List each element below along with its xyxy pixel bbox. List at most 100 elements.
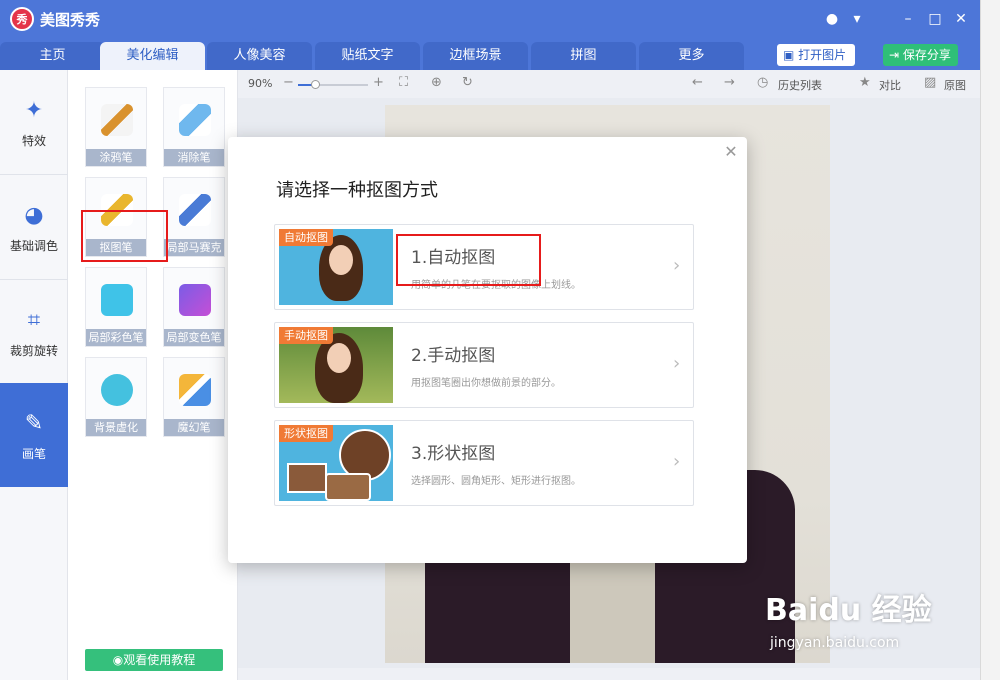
fit-screen-icon[interactable]: ⛶ — [399, 75, 408, 90]
mosaic-pen-icon — [179, 194, 211, 226]
tab-home[interactable]: 主页 — [0, 42, 105, 70]
thumbnail-face — [329, 245, 353, 275]
thumbnail-face — [327, 343, 351, 373]
baidu-watermark: Baidu 经验 — [765, 593, 932, 628]
tool-label: 魔幻笔 — [164, 419, 224, 436]
tab-collage[interactable]: 拼图 — [531, 42, 636, 70]
redo-icon[interactable]: → — [724, 75, 735, 90]
crop-icon: ⌗ — [27, 308, 41, 333]
sidebar-item-label: 基础调色 — [9, 239, 58, 253]
compare-button[interactable]: 对比 — [879, 77, 901, 93]
minimize-icon[interactable]: – — [898, 9, 918, 29]
sidebar-item-effects[interactable]: ✦ 特效 — [0, 70, 68, 174]
sidebar-item-basic-color[interactable]: ◕ 基础调色 — [0, 175, 68, 279]
original-image-icon: ▨ — [924, 75, 937, 90]
image-icon: ▣ — [783, 48, 799, 62]
tool-label: 消除笔 — [164, 149, 224, 166]
watermark-url: jingyan.baidu.com — [770, 635, 900, 651]
option-description: 选择圆形、圆角矩形、矩形进行抠图。 — [411, 476, 581, 487]
tool-magic-pen[interactable]: 魔幻笔 — [163, 357, 225, 437]
compare-icon: ★ — [859, 75, 871, 90]
tab-more[interactable]: 更多 — [639, 42, 744, 70]
paintbrush-icon — [101, 104, 133, 136]
magic-pen-icon — [179, 374, 211, 406]
undo-icon[interactable]: ← — [692, 75, 703, 90]
save-share-label: 保存分享 — [902, 48, 951, 62]
status-bar — [238, 668, 980, 680]
app-logo-icon: 秀 — [10, 7, 34, 31]
left-sidebar: ✦ 特效 ◕ 基础调色 ⌗ 裁剪旋转 ✎ 画笔 — [0, 70, 68, 680]
option-description: 用抠图笔圈出你想做前景的部分。 — [411, 378, 561, 389]
zoom-out-icon[interactable]: − — [283, 75, 294, 90]
actual-size-icon[interactable]: ⊕ — [431, 75, 442, 90]
open-image-button[interactable]: ▣ 打开图片 — [777, 44, 855, 66]
dialog-close-icon[interactable]: ✕ — [722, 143, 740, 161]
thumbnail-rect-crop — [287, 463, 327, 493]
sidebar-item-brush[interactable]: ✎ 画笔 — [0, 383, 68, 487]
eye-icon: ◉ — [112, 653, 124, 667]
zoom-slider-handle[interactable] — [310, 80, 320, 89]
watch-tutorial-button[interactable]: ◉观看使用教程 — [85, 649, 223, 671]
rotate-icon[interactable]: ↻ — [462, 75, 473, 90]
color-brush-icon — [101, 284, 133, 316]
chevron-right-icon: › — [673, 451, 681, 472]
tab-frames[interactable]: 边框场景 — [423, 42, 528, 70]
open-image-label: 打开图片 — [798, 48, 847, 62]
highlight-box — [396, 234, 541, 286]
tool-label: 背景虚化 — [86, 419, 146, 436]
tab-beautify-edit[interactable]: 美化编辑 — [100, 42, 205, 70]
sidebar-item-label: 特效 — [21, 134, 46, 148]
option-title: 3.形状抠图 — [411, 444, 496, 464]
tool-label: 局部变色笔 — [164, 329, 224, 346]
brush-icon: ✎ — [24, 411, 44, 436]
option-title: 2.手动抠图 — [411, 346, 496, 366]
save-share-button[interactable]: ⇥ 保存分享 — [883, 44, 958, 66]
tool-background-blur[interactable]: 背景虚化 — [85, 357, 147, 437]
chevron-right-icon: › — [673, 255, 681, 276]
maximize-icon[interactable]: □ — [925, 9, 945, 29]
sidebar-item-label: 裁剪旋转 — [9, 344, 58, 358]
option-tag: 形状抠图 — [279, 425, 333, 442]
original-image-button[interactable]: 原图 — [944, 77, 966, 93]
history-icon: ◷ — [757, 75, 769, 90]
tab-stickers-text[interactable]: 贴纸文字 — [315, 42, 420, 70]
chevron-right-icon: › — [673, 353, 681, 374]
zoom-level: 90% — [248, 77, 273, 90]
option-thumbnail: 自动抠图 — [279, 229, 393, 305]
zoom-in-icon[interactable]: + — [373, 75, 384, 90]
tool-doodle-pen[interactable]: 涂鸦笔 — [85, 87, 147, 167]
save-icon: ⇥ — [889, 48, 903, 62]
tab-portrait[interactable]: 人像美容 — [207, 42, 312, 70]
menu-dropdown-icon[interactable]: ▾ — [847, 9, 867, 29]
dialog-title: 请选择一种抠图方式 — [276, 180, 438, 201]
tool-label: 涂鸦笔 — [86, 149, 146, 166]
tool-label: 局部马赛克 — [164, 239, 224, 256]
title-bar: 秀 美图秀秀 ● ▾ – □ ✕ — [0, 0, 1000, 38]
sidebar-item-crop-rotate[interactable]: ⌗ 裁剪旋转 — [0, 280, 68, 384]
eraser-icon — [179, 104, 211, 136]
highlight-box — [81, 210, 168, 262]
option-shape-cutout[interactable]: 形状抠图 3.形状抠图 选择圆形、圆角矩形、矩形进行抠图。 › — [274, 420, 694, 506]
option-manual-cutout[interactable]: 手动抠图 2.手动抠图 用抠图笔圈出你想做前景的部分。 › — [274, 322, 694, 408]
app-title: 美图秀秀 — [40, 11, 101, 29]
blur-icon — [101, 374, 133, 406]
tutorial-label: 观看使用教程 — [123, 653, 196, 667]
background-window-edge — [980, 0, 1000, 680]
option-thumbnail: 形状抠图 — [279, 425, 393, 501]
feedback-icon[interactable]: ● — [822, 9, 842, 29]
recolor-brush-icon — [179, 284, 211, 316]
tool-eraser-pen[interactable]: 消除笔 — [163, 87, 225, 167]
option-thumbnail: 手动抠图 — [279, 327, 393, 403]
option-tag: 手动抠图 — [279, 327, 333, 344]
tool-local-mosaic[interactable]: 局部马赛克 — [163, 177, 225, 257]
close-icon[interactable]: ✕ — [951, 9, 971, 29]
thumbnail-rounded-crop — [325, 473, 371, 501]
history-list-button[interactable]: 历史列表 — [778, 77, 822, 93]
magic-wand-icon: ✦ — [24, 98, 44, 123]
sidebar-item-label: 画笔 — [21, 447, 46, 461]
tool-local-color-pen[interactable]: 局部彩色笔 — [85, 267, 147, 347]
tool-local-recolor-pen[interactable]: 局部变色笔 — [163, 267, 225, 347]
tool-label: 局部彩色笔 — [86, 329, 146, 346]
option-tag: 自动抠图 — [279, 229, 333, 246]
palette-icon: ◕ — [24, 203, 44, 228]
